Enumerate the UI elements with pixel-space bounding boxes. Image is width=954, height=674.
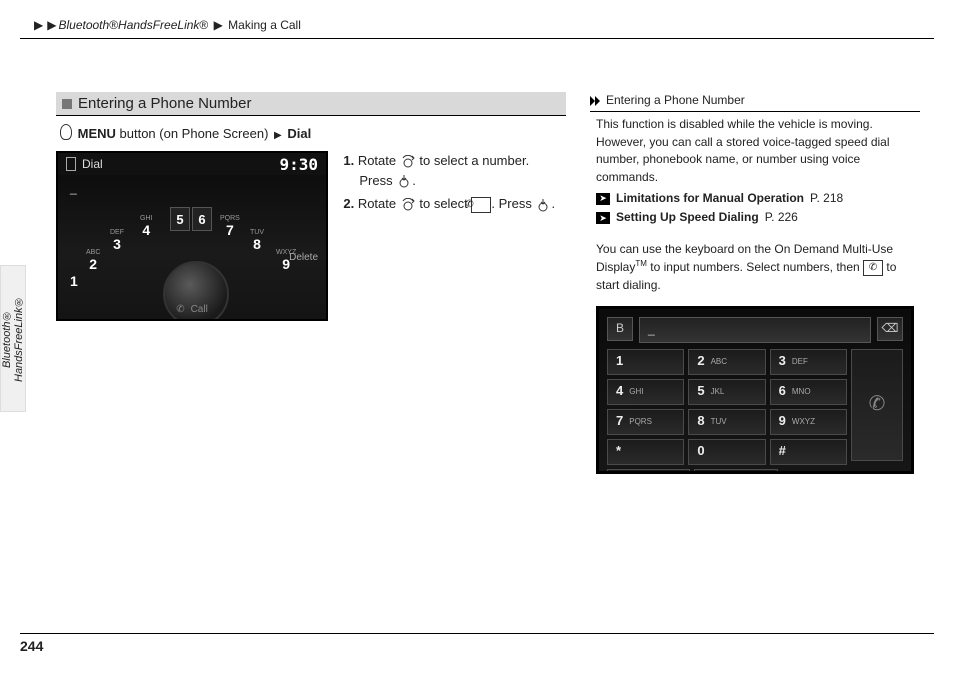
input-cursor: _ — [70, 181, 77, 195]
key-plus: + — [607, 469, 690, 474]
breadcrumb-sep-icon: ▶ — [47, 18, 56, 32]
key-1: 1 — [607, 349, 684, 375]
figure-titlebar: Dial 9:30 — [58, 153, 326, 175]
dial-screen-figure: Dial 9:30 _ 1 ABC2 DEF3 GHI4 5 6 PQRS7 T… — [56, 151, 328, 321]
trademark: TM — [635, 259, 647, 268]
key-star: * — [607, 439, 684, 465]
info-sidebar: Entering a Phone Number This function is… — [590, 92, 920, 474]
delete-label: Delete — [289, 252, 318, 263]
dial-digit-4: GHI4 — [140, 215, 152, 238]
keypad-display: _ — [639, 317, 871, 343]
key-3: 3DEF — [770, 349, 847, 375]
breadcrumb-sep-icon: ▶ — [34, 18, 43, 32]
dial-digit-2: ABC2 — [86, 249, 100, 272]
key-6: 6MNO — [770, 379, 847, 405]
reference-label: Setting Up Speed Dialing — [616, 209, 759, 226]
dial-digit-1: 1 — [70, 273, 78, 289]
sidebar-paragraph: You can use the keyboard on the On Deman… — [596, 241, 916, 294]
section-heading: Entering a Phone Number — [56, 92, 566, 116]
press-knob-icon — [396, 174, 412, 188]
keypad-figure: B _ ⌫ 1 2ABC 3DEF 4GHI 5JKL 6MNO 7PQRS 8… — [596, 306, 914, 474]
nav-arrow-icon: ▶ — [274, 130, 282, 141]
breadcrumb-sep-icon: ▶ — [214, 18, 223, 32]
reference-label: Limitations for Manual Operation — [616, 190, 804, 207]
call-button-icon: ✆ — [863, 260, 883, 276]
dial-digit-5-selected: 5 — [170, 207, 190, 231]
backspace-key: ⌫ — [877, 317, 903, 341]
nav-dial-label: Dial — [287, 126, 311, 141]
step-2: 2. Rotate to select ✆. Press . — [343, 194, 561, 214]
keypad-call-button: ✆ — [851, 349, 903, 461]
call-handset-icon: ✆ — [176, 304, 184, 315]
key-pause: P — [694, 469, 777, 474]
section-title: Entering a Phone Number — [78, 95, 251, 112]
key-4: 4GHI — [607, 379, 684, 405]
menu-button-icon — [60, 124, 72, 140]
breadcrumb-item: Making a Call — [228, 18, 301, 32]
key-9: 9WXYZ — [770, 409, 847, 435]
keypad-b-icon: B — [607, 317, 633, 341]
registered-mark: ® — [109, 18, 118, 32]
sidebar-paragraph: This function is disabled while the vehi… — [596, 116, 916, 186]
key-2: 2ABC — [688, 349, 765, 375]
dial-digit-7: PQRS7 — [220, 215, 240, 238]
call-label: ✆Call — [176, 304, 208, 315]
section-tab: Bluetooth® HandsFreeLink® — [0, 265, 26, 412]
registered-mark: ® — [199, 18, 208, 32]
section-bullet-icon — [62, 99, 72, 109]
call-button-icon: ✆ — [471, 197, 491, 213]
breadcrumb: ▶ ▶ Bluetooth® HandsFreeLink® ▶ Making a… — [20, 12, 934, 39]
keypad-grid: 1 2ABC 3DEF 4GHI 5JKL 6MNO 7PQRS 8TUV 9W… — [607, 349, 847, 474]
clock-display: 9:30 — [279, 155, 318, 174]
key-5: 5JKL — [688, 379, 765, 405]
rotate-knob-icon — [400, 155, 416, 169]
dial-digit-6-selected: 6 — [192, 207, 212, 231]
main-content: Entering a Phone Number MENU button (on … — [56, 92, 566, 321]
reference-page: P. 218 — [810, 190, 843, 207]
reference-arrow-icon: ➤ — [596, 193, 610, 205]
sidebar-heading: Entering a Phone Number — [590, 92, 920, 112]
key-0: 0 — [688, 439, 765, 465]
sidebar-marker-icon — [590, 96, 602, 106]
key-8: 8TUV — [688, 409, 765, 435]
key-7: 7PQRS — [607, 409, 684, 435]
cross-reference: ➤ Setting Up Speed Dialing P. 226 — [596, 209, 916, 226]
cross-reference: ➤ Limitations for Manual Operation P. 21… — [596, 190, 916, 207]
reference-page: P. 226 — [765, 209, 798, 226]
navigation-path: MENU button (on Phone Screen) ▶ Dial — [60, 122, 566, 141]
sidebar-body: This function is disabled while the vehi… — [590, 112, 920, 474]
page-number: 244 — [20, 638, 43, 654]
nav-text: button (on Phone Screen) — [116, 126, 272, 141]
instruction-steps: 1. Rotate to select a number. Press . 2.… — [343, 151, 561, 218]
dial-digit-3: DEF3 — [110, 229, 124, 252]
sidebar-title: Entering a Phone Number — [606, 92, 745, 109]
reference-arrow-icon: ➤ — [596, 212, 610, 224]
nav-menu-label: MENU — [78, 126, 116, 141]
figure-title: Dial — [82, 157, 103, 171]
breadcrumb-item: Bluetooth — [58, 18, 109, 32]
breadcrumb-item: HandsFreeLink — [118, 18, 199, 32]
key-hash: # — [770, 439, 847, 465]
rotate-knob-icon — [400, 198, 416, 212]
press-knob-icon — [535, 198, 551, 212]
dial-digit-8: TUV8 — [250, 229, 264, 252]
page-footer: 244 — [20, 633, 934, 654]
phone-icon — [66, 157, 76, 171]
step-1: 1. Rotate to select a number. Press . — [343, 151, 561, 190]
